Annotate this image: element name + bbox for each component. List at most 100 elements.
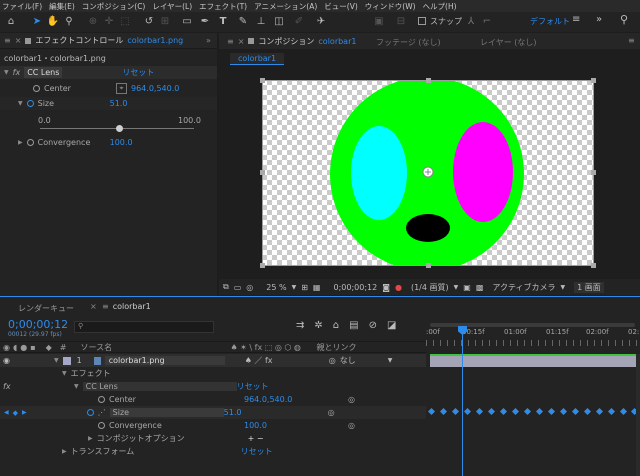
roto-brush-tool-icon[interactable]: ✐ xyxy=(292,14,306,28)
center-prop-value[interactable]: 964.0,540.0 xyxy=(244,395,348,404)
stopwatch-icon[interactable] xyxy=(26,139,34,146)
selection-tool-icon[interactable]: ➤ xyxy=(30,14,44,28)
size-prop-value[interactable]: 51.0 xyxy=(224,408,328,417)
keyframe[interactable] xyxy=(439,407,448,416)
pen-tool-icon[interactable]: ✒ xyxy=(198,14,212,28)
zoom-dropdown[interactable]: 25 % xyxy=(266,283,286,292)
menu-view[interactable]: ビュー(V) xyxy=(324,1,357,12)
next-keyframe-icon[interactable]: ▶ xyxy=(22,409,27,416)
stopwatch-on-icon[interactable] xyxy=(26,100,34,107)
fx-icon[interactable]: fx xyxy=(13,68,21,77)
eraser-tool-icon[interactable]: ◫ xyxy=(272,14,286,28)
collapse-arrow-icon[interactable]: ▼ xyxy=(18,100,23,107)
keyframe[interactable] xyxy=(619,407,628,416)
snapshot-icon[interactable]: ◙ xyxy=(382,283,390,292)
roi-icon[interactable]: ▣ xyxy=(463,283,471,292)
comp-mini-flowchart-icon[interactable]: ⇉ xyxy=(296,320,304,331)
monitor-icon[interactable]: ▭ xyxy=(234,283,242,292)
lock-icon[interactable] xyxy=(248,38,255,44)
prev-keyframe-icon[interactable]: ◀ xyxy=(4,409,9,416)
keyframe[interactable] xyxy=(499,407,508,416)
search-help-icon[interactable]: ⚲ xyxy=(620,13,628,26)
size-slider-thumb[interactable] xyxy=(115,125,123,132)
time-ruler[interactable]: :00f 00:15f 01:00f 01:15f 02:00f 02:1 xyxy=(426,320,640,352)
transform-row[interactable]: ▶ トランスフォーム リセット xyxy=(0,445,426,458)
keyframe[interactable] xyxy=(523,407,532,416)
expand-arrow-icon[interactable]: ▶ xyxy=(88,435,93,442)
keyframe[interactable] xyxy=(463,407,472,416)
chevron-down-icon[interactable]: ▼ xyxy=(561,284,566,291)
close-icon[interactable]: × xyxy=(238,37,245,46)
menu-window[interactable]: ウィンドウ(W) xyxy=(365,1,416,12)
comp-sub-tab[interactable]: colorbar1 xyxy=(230,53,285,65)
layer-3d-icon[interactable]: ▣ xyxy=(372,14,386,28)
convergence-value[interactable]: 100.0 xyxy=(110,138,133,147)
size-value[interactable]: 51.0 xyxy=(110,99,128,108)
home-icon[interactable]: ⌂ xyxy=(4,14,18,28)
grid-icon[interactable]: ▦ xyxy=(313,283,321,292)
cc-lens-reset[interactable]: リセット xyxy=(237,381,269,392)
clone-stamp-tool-icon[interactable]: ⊥ xyxy=(254,14,268,28)
center-value[interactable]: 964.0,540.0 xyxy=(131,84,179,93)
bounds-handle[interactable] xyxy=(260,170,265,175)
graph-icon[interactable]: ⋰ xyxy=(98,408,106,417)
reset-link[interactable]: リセット xyxy=(122,67,154,78)
effects-group-row[interactable]: ▼ エフェクト xyxy=(0,367,426,380)
source-name-header[interactable]: ソース名 xyxy=(80,342,230,353)
align-icon[interactable]: ⊟ xyxy=(394,14,408,28)
menu-file[interactable]: ファイル(F) xyxy=(2,1,42,12)
keyframe[interactable] xyxy=(511,407,520,416)
layer-search-input[interactable]: ⚲ xyxy=(74,321,214,333)
expression-pickwhip-icon[interactable]: ◎ xyxy=(348,395,355,404)
expand-arrow-icon[interactable]: ▶ xyxy=(18,139,23,146)
footage-tab[interactable]: フッテージ (なし) xyxy=(376,37,441,48)
panel-menu-icon[interactable]: » xyxy=(206,36,211,45)
layer-name[interactable]: colorbar1.png xyxy=(104,356,225,365)
draft-3d-icon[interactable]: ✲ xyxy=(314,320,322,331)
hand-tool-icon[interactable]: ✋ xyxy=(46,14,60,28)
label-col-icon[interactable]: ◆ xyxy=(46,343,52,352)
shy-layers-icon[interactable]: ⌂ xyxy=(333,320,339,331)
keyframe[interactable] xyxy=(583,407,592,416)
frame-blending-icon[interactable]: ▤ xyxy=(349,320,358,331)
keyframe[interactable] xyxy=(535,407,544,416)
menu-edit[interactable]: 編集(E) xyxy=(49,1,75,12)
menu-help[interactable]: ヘルプ(H) xyxy=(423,1,457,12)
parent-pickwhip-icon[interactable]: ◎ xyxy=(329,356,336,365)
snap-extra-icon[interactable]: ⌐ xyxy=(480,14,494,28)
motion-blur-icon[interactable]: ⊘ xyxy=(369,320,377,331)
close-icon[interactable]: × xyxy=(15,36,22,45)
composition-title[interactable]: コンポジション xyxy=(258,36,314,47)
bounds-handle[interactable] xyxy=(591,170,596,175)
composition-name[interactable]: colorbar1 xyxy=(318,37,356,46)
expand-arrow-icon[interactable]: ▼ xyxy=(4,69,9,76)
chevron-down-icon[interactable]: ▼ xyxy=(454,284,459,291)
conv-prop-value[interactable]: 100.0 xyxy=(244,421,348,430)
keyframe[interactable] xyxy=(571,407,580,416)
bounds-handle[interactable] xyxy=(591,78,596,83)
menu-icon[interactable]: ≡ xyxy=(4,36,11,45)
timeline-timecode[interactable]: 0;00;00;12 xyxy=(8,318,68,331)
panel-menu-icon[interactable]: ≡ xyxy=(628,36,635,45)
bounds-handle[interactable] xyxy=(591,263,596,268)
move-tool-icon[interactable]: ✛ xyxy=(102,14,116,28)
chevron-down-icon[interactable]: ▼ xyxy=(292,284,297,291)
type-tool-icon[interactable]: T xyxy=(216,14,230,28)
add-keyframe-icon[interactable]: ◆ xyxy=(13,409,18,417)
bounds-handle[interactable] xyxy=(426,263,431,268)
center-prop-row[interactable]: Center 964.0,540.0 ◎ xyxy=(0,393,426,406)
puppet-tool-icon[interactable]: ✈ xyxy=(314,14,328,28)
parent-dropdown[interactable]: なし xyxy=(340,355,388,366)
layer-row[interactable]: ◉ ▼ 1 colorbar1.png ♠ ／ fx ◎ なし ▼ xyxy=(0,354,426,367)
crosshair-target-icon[interactable]: ⌖ xyxy=(116,83,127,94)
cc-lens-row[interactable]: fx ▼ CC Lens リセット xyxy=(0,380,426,393)
close-icon[interactable]: × xyxy=(90,302,97,311)
keyframe[interactable] xyxy=(547,407,556,416)
orbit-tool-icon[interactable]: ⊕ xyxy=(86,14,100,28)
double-chevron-icon[interactable]: » xyxy=(596,14,602,25)
brush-tool-icon[interactable]: ✎ xyxy=(236,14,250,28)
stopwatch-icon[interactable] xyxy=(98,422,105,429)
bounds-handle[interactable] xyxy=(260,78,265,83)
keyframe[interactable] xyxy=(427,407,436,416)
graph-editor-icon[interactable]: ◪ xyxy=(387,320,396,331)
